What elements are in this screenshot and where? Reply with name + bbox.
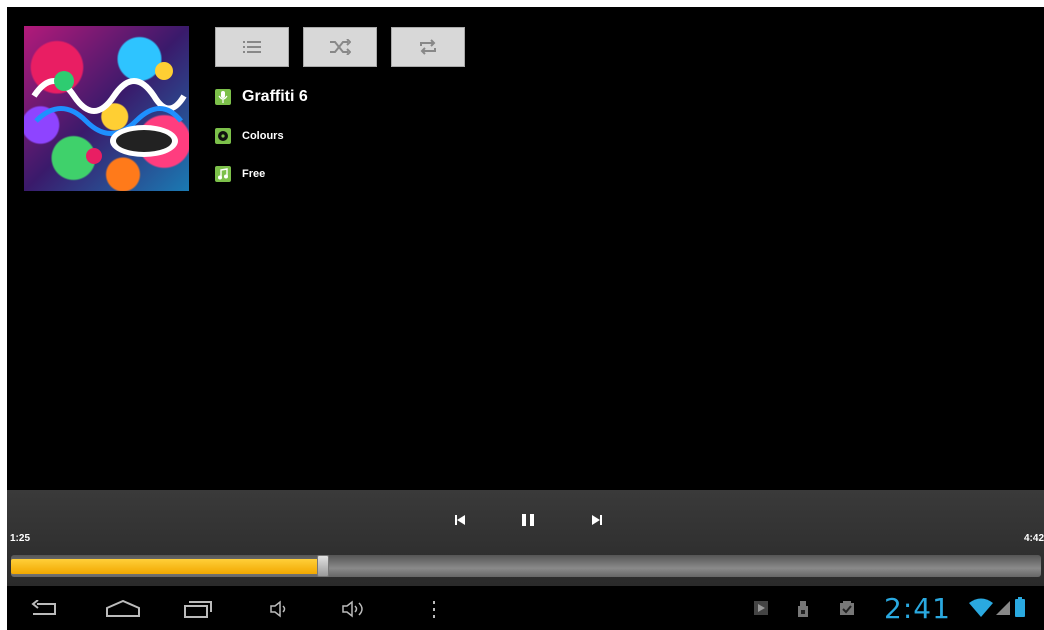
wifi-icon xyxy=(969,598,993,617)
download-complete-icon xyxy=(840,601,854,615)
shuffle-icon xyxy=(330,39,351,55)
media-playing-icon xyxy=(754,601,768,615)
seek-progress xyxy=(11,559,320,574)
usb-storage-icon xyxy=(798,601,808,617)
music-player-screen: Graffiti 6 Colours Free 1:25 4:42 2:41 xyxy=(7,7,1044,630)
volume-up-button[interactable] xyxy=(341,597,367,621)
repeat-icon xyxy=(420,39,436,55)
seek-bar[interactable] xyxy=(11,555,1041,577)
navigation-bar: 2:41 xyxy=(7,586,1044,630)
artist-row: Graffiti 6 xyxy=(215,88,308,106)
battery-icon xyxy=(1015,597,1025,617)
back-button[interactable] xyxy=(29,597,61,621)
playback-controls: 1:25 4:42 xyxy=(7,490,1044,586)
previous-icon xyxy=(455,515,465,525)
total-duration: 4:42 xyxy=(1023,533,1044,544)
volume-down-icon xyxy=(270,600,286,618)
album-art-graphic xyxy=(31,62,187,164)
album-disc-icon xyxy=(215,128,231,144)
repeat-button[interactable] xyxy=(391,27,465,67)
music-note-icon xyxy=(215,166,231,182)
status-clock: 2:41 xyxy=(884,592,951,625)
elapsed-time: 1:25 xyxy=(10,533,31,544)
recent-apps-button[interactable] xyxy=(183,597,213,621)
previous-button[interactable] xyxy=(450,510,470,530)
title-row: Free xyxy=(215,166,265,182)
list-icon xyxy=(243,41,261,53)
overflow-menu-icon xyxy=(433,601,435,618)
volume-down-button[interactable] xyxy=(269,597,289,621)
home-button[interactable] xyxy=(105,597,141,621)
home-icon xyxy=(106,600,140,617)
next-button[interactable] xyxy=(587,510,607,530)
album-art xyxy=(24,26,189,191)
overflow-menu-button[interactable] xyxy=(431,597,437,621)
volume-up-icon xyxy=(342,600,363,618)
signal-icon xyxy=(996,601,1010,615)
recent-apps-icon xyxy=(184,601,212,618)
back-icon xyxy=(31,600,56,615)
seek-handle[interactable] xyxy=(317,555,329,577)
track-title: Free xyxy=(242,168,266,180)
album-row: Colours xyxy=(215,128,284,144)
shuffle-button[interactable] xyxy=(303,27,377,67)
artist-name: Graffiti 6 xyxy=(242,88,308,105)
microphone-icon xyxy=(215,89,231,105)
next-icon xyxy=(592,515,602,525)
album-name: Colours xyxy=(242,130,284,142)
pause-button[interactable] xyxy=(518,510,538,530)
pause-icon xyxy=(522,514,534,526)
playlist-button[interactable] xyxy=(215,27,289,67)
